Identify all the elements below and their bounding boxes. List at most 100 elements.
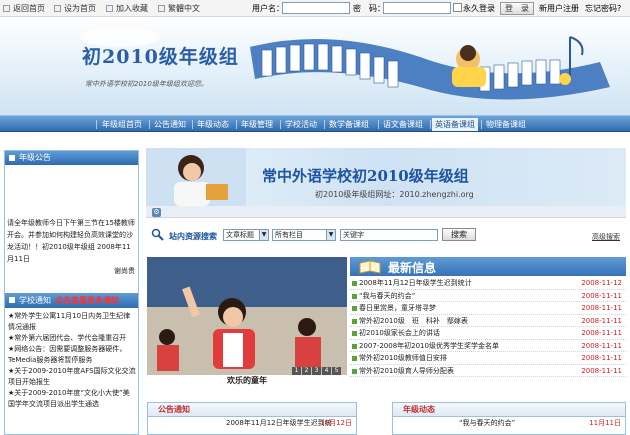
announcement-date: 11月12日 xyxy=(320,419,352,427)
news-item-date: 2008-11-11 xyxy=(581,354,622,362)
list-item[interactable]: 初2010级家长会上的讲话 2008-11-11 xyxy=(350,327,626,340)
search-column-select[interactable]: 所有栏目 ▼ xyxy=(272,229,336,241)
student-photo-graphic xyxy=(146,148,246,206)
notice-title: 年级公告 xyxy=(19,153,51,162)
list-item[interactable]: ★常外第六届团代会、学代会隆重召开 xyxy=(8,333,136,344)
add-favorite-link[interactable]: 加入收藏 xyxy=(106,3,148,14)
news-item-date: 2008-11-11 xyxy=(581,316,622,325)
nav-item-chinese[interactable]: 语文备课组 xyxy=(383,119,423,130)
announcement-box: 公告通知 2008年11月12日年级学生迟到统 11月12日 xyxy=(147,402,357,435)
search-icon xyxy=(151,228,164,241)
notice-signature: 谢尚贵 xyxy=(114,267,135,275)
grade-news-item[interactable]: “我与春天的约会” xyxy=(459,417,515,429)
bullet-icon xyxy=(352,306,357,311)
list-item[interactable]: ★网络公告：因需要调整服务器硬件，TeMedia服务器将暂停服务 xyxy=(8,344,136,366)
list-item[interactable]: 2008年11月12日年级学生迟到统 11月12日 xyxy=(148,417,356,429)
nav-separator xyxy=(481,120,482,129)
set-homepage-label: 设为首页 xyxy=(64,4,96,13)
nav-separator xyxy=(430,120,431,129)
nav-separator xyxy=(378,120,379,129)
featured-photo[interactable] xyxy=(147,257,347,375)
home-icon xyxy=(3,5,10,12)
school-url: 初2010级年级组网址：2010.zhengzhi.org xyxy=(315,190,474,199)
remember-checkbox[interactable] xyxy=(453,3,462,12)
bullet-icon xyxy=(352,368,357,374)
home-link[interactable]: 返回首页 xyxy=(3,3,45,14)
list-item[interactable]: “我与春天的约会” 11月11日 xyxy=(393,417,625,429)
search-button[interactable]: 搜索 xyxy=(442,228,476,241)
list-item[interactable]: 常外初2010级教师值日安排 2008-11-11 xyxy=(350,352,626,365)
list-item[interactable]: ★关于2009-2010年度“文化小大使”美国学年交流项目派出学生通选 xyxy=(8,388,136,410)
nav-item-grade-management[interactable]: 年级管理 xyxy=(241,119,273,130)
news-item-title[interactable]: 常外初2010级 班 科补 鄢嫁表 xyxy=(359,315,468,328)
advanced-search-link[interactable]: 高级搜索 xyxy=(592,232,620,242)
list-item[interactable]: ★常外学生公寓11月10日内务卫生纪律情况通报 xyxy=(8,311,136,333)
notice-text: 请全年级教师今日下午第三节在15楼教师开会。并参加如何构建轻负高效课堂的沙龙活动… xyxy=(7,219,135,263)
announcement-title: 公告通知 xyxy=(148,403,356,417)
nav-separator xyxy=(236,120,237,129)
list-item[interactable]: 2007-2008年初2010级优秀学生奖学金名单 2008-11-11 xyxy=(350,340,626,353)
bullet-icon xyxy=(352,293,357,299)
news-item-date: 2008-11-11 xyxy=(581,304,622,312)
photo-page-3[interactable]: 3 xyxy=(312,367,321,375)
set-homepage-link[interactable]: 设为首页 xyxy=(54,3,96,14)
news-item-title[interactable]: 春日里赏景，童牙塔寻梦 xyxy=(359,302,436,315)
nav-item-announcements[interactable]: 公告通知 xyxy=(154,119,186,130)
forgot-password-link[interactable]: 忘记密码? xyxy=(585,3,621,14)
list-item[interactable]: 2008年11月12日年级学生迟到统计 2008-11-12 xyxy=(350,277,626,290)
news-item-date: 2008-11-11 xyxy=(581,341,622,350)
nav-item-english[interactable]: 英语备课组 xyxy=(432,118,478,131)
news-item-title[interactable]: 常外初2010级育人导师分配表 xyxy=(359,365,454,378)
news-item-title[interactable]: “我与春天的约会” xyxy=(359,290,415,303)
banner-subtitle: 常中外语学校初2010级年级组欢迎您。 xyxy=(85,80,208,88)
photo-page-4[interactable]: 4 xyxy=(322,367,331,375)
news-item-title[interactable]: 初2010级家长会上的讲话 xyxy=(359,327,440,340)
list-item[interactable]: ★关于2009-2010年度AFS国际文化交流项目开始报生 xyxy=(8,366,136,388)
banner-title: 初2010级年级组 xyxy=(82,46,239,68)
traditional-chinese-link[interactable]: 繁體中文 xyxy=(158,3,200,14)
login-button[interactable]: 登 录 xyxy=(500,2,534,15)
school-title: 常中外语学校初2010级年级组 xyxy=(262,167,469,185)
list-item[interactable]: “我与春天的约会” 2008-11-11 xyxy=(350,290,626,303)
notice-body: 请全年级教师今日下午第三节在15楼教师开会。并参加如何构建轻负高效课堂的沙龙活动… xyxy=(7,217,135,277)
password-input[interactable] xyxy=(383,2,451,14)
more-notices-link[interactable]: 点击查看更多通知 xyxy=(55,296,119,305)
news-list: 2008年11月12日年级学生迟到统计 2008-11-12 “我与春天的约会” 2… xyxy=(350,277,626,377)
news-item-title[interactable]: 常外初2010级教师值日安排 xyxy=(359,352,447,365)
gear-icon[interactable]: ⚙ xyxy=(152,208,161,217)
photo-page-2[interactable]: 2 xyxy=(302,367,311,375)
announcement-item[interactable]: 2008年11月12日年级学生迟到统 xyxy=(226,417,332,429)
news-item-title[interactable]: 2007-2008年初2010级优秀学生奖学金名单 xyxy=(359,340,499,353)
nav-separator xyxy=(149,120,150,129)
nav-item-grade-news[interactable]: 年级动态 xyxy=(197,119,229,130)
nav-separator xyxy=(324,120,325,129)
search-input[interactable]: 关键字 xyxy=(340,229,438,241)
nav-item-math[interactable]: 数学备课组 xyxy=(329,119,369,130)
bullet-icon xyxy=(352,318,357,324)
grade-news-title: 年级动态 xyxy=(393,403,625,417)
news-item-date: 2008-11-12 xyxy=(581,279,622,287)
list-item[interactable]: 春日里赏景，童牙塔寻梦 2008-11-11 xyxy=(350,302,626,315)
square-icon xyxy=(9,155,15,161)
add-favorite-label: 加入收藏 xyxy=(116,4,148,13)
search-field-select[interactable]: 文章标题 ▼ xyxy=(223,229,269,241)
username-input[interactable] xyxy=(282,2,350,14)
password-label: 密 码： xyxy=(353,4,385,13)
bullet-icon xyxy=(352,343,357,349)
toolbar-strip xyxy=(146,206,626,218)
children-photo-graphic xyxy=(147,257,347,375)
register-link[interactable]: 新用户注册 xyxy=(539,3,579,14)
nav-item-school-activities[interactable]: 学校活动 xyxy=(285,119,317,130)
list-item[interactable]: 常外初2010级 班 科补 鄢嫁表 2008-11-11 xyxy=(350,315,626,328)
nav-item-physics[interactable]: 物理备课组 xyxy=(486,119,526,130)
traditional-chinese-label: 繁體中文 xyxy=(168,4,200,13)
search-label: 站内资源搜索 xyxy=(169,232,217,241)
sidebar: 年级公告 请全年级教师今日下午第三节在15楼教师开会。并参加如何构建轻负高效课堂… xyxy=(4,150,139,435)
nav-item-home[interactable]: 年级组首页 xyxy=(102,119,142,130)
photo-page-5[interactable]: 5 xyxy=(332,367,341,375)
news-item-title[interactable]: 2008年11月12日年级学生迟到统计 xyxy=(359,277,472,290)
photo-page-1[interactable]: 1 xyxy=(292,367,301,375)
list-item[interactable]: 常外初2010级育人导师分配表 2008-11-11 xyxy=(350,365,626,378)
bullet-icon xyxy=(352,331,357,336)
home-link-label: 返回首页 xyxy=(13,4,45,13)
